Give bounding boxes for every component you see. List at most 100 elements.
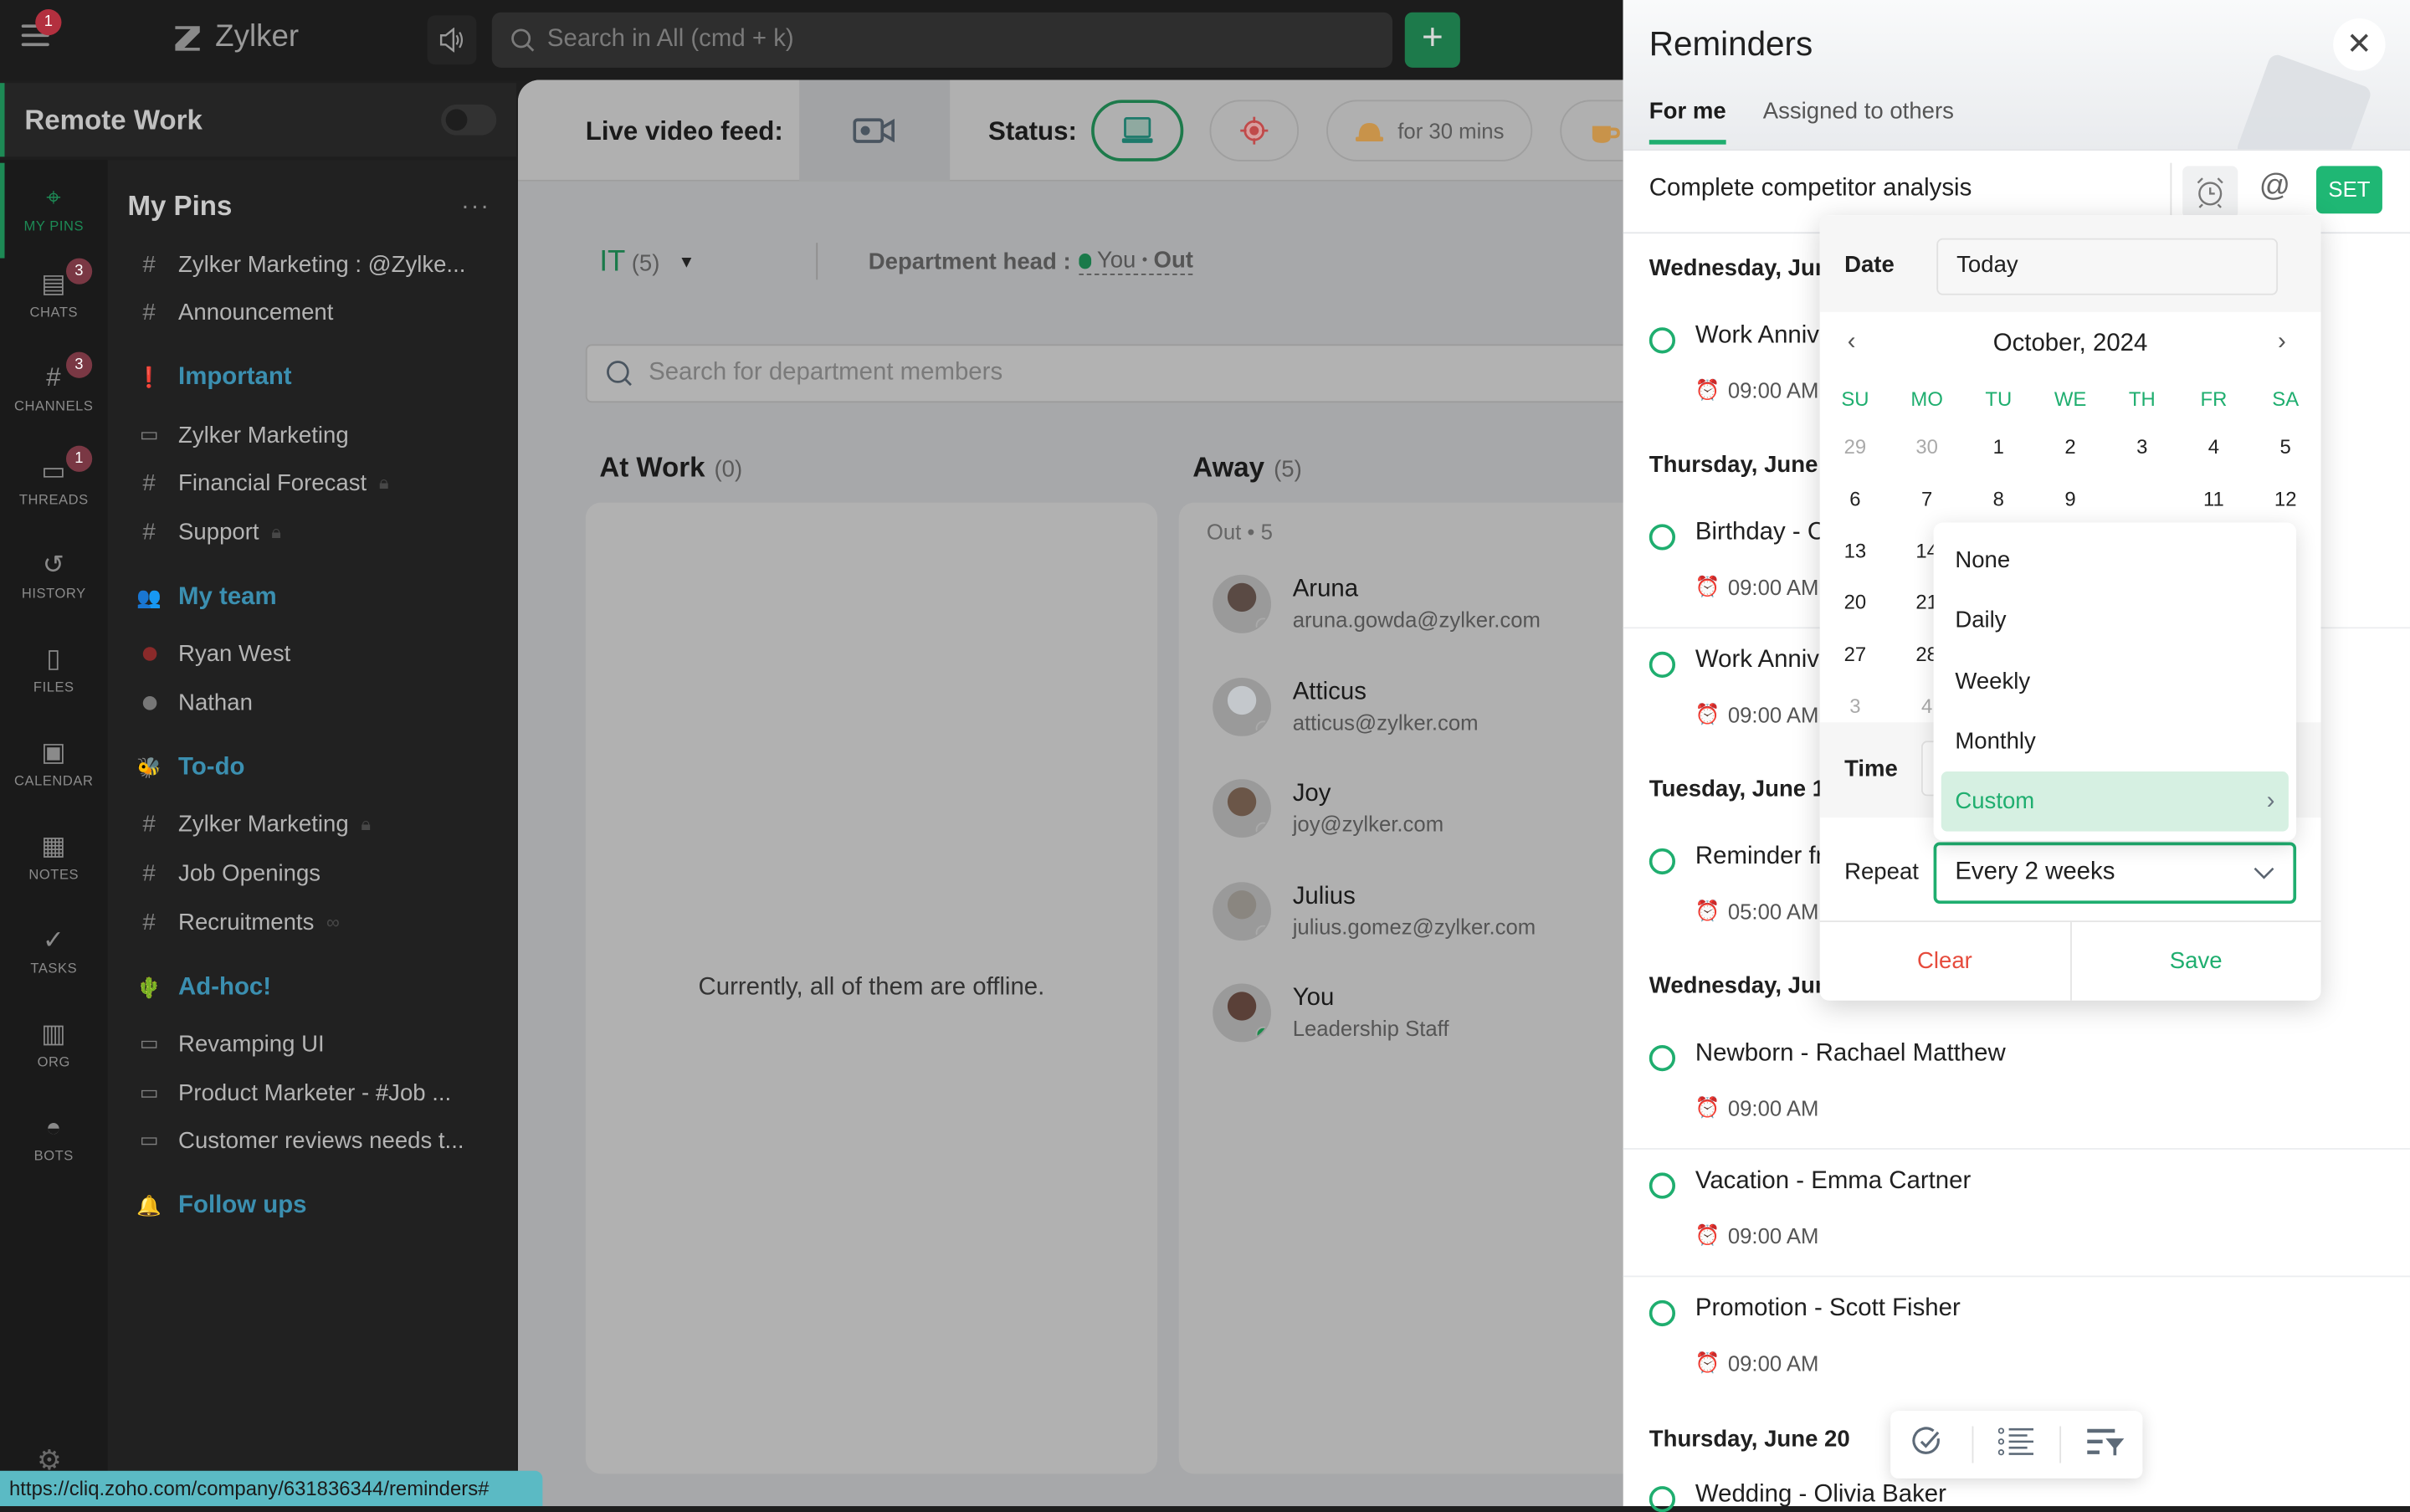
sidebar-item-zylker-marketing[interactable]: ▭ Zylker Marketing: [136, 413, 505, 456]
status-pill-away[interactable]: for 30 mins: [1326, 100, 1533, 161]
calendar-day[interactable]: 6: [1820, 479, 1890, 520]
calendar-day[interactable]: 2: [2035, 428, 2105, 468]
calendar-day[interactable]: 29: [1820, 428, 1890, 468]
sort-filter-button[interactable]: [2074, 1427, 2136, 1462]
calendar-day[interactable]: 5: [2250, 428, 2320, 468]
repeat-select[interactable]: Every 2 weeks: [1933, 842, 2297, 904]
rail-item-my-pins[interactable]: ⌖ MY PINS: [0, 162, 108, 259]
calendar-day[interactable]: 1: [1963, 428, 2033, 468]
sidebar-item-support[interactable]: # Support 🔒︎: [136, 510, 505, 553]
speaker-button[interactable]: [427, 15, 477, 65]
complete-checkbox[interactable]: [1649, 1299, 1676, 1327]
rail-item-org[interactable]: ▥ ORG: [0, 1017, 108, 1070]
save-button[interactable]: Save: [2071, 922, 2320, 1001]
sidebar-item-label: Revamping UI: [178, 1030, 325, 1057]
rail-item-calendar[interactable]: ▣ CALENDAR: [0, 736, 108, 789]
next-month-button[interactable]: ›: [2278, 329, 2286, 356]
complete-checkbox[interactable]: [1649, 1172, 1676, 1199]
calendar-day[interactable]: 3: [2107, 428, 2177, 468]
sidebar-group-to-do[interactable]: 🐝 To-do: [136, 747, 505, 790]
complete-checkbox[interactable]: [1649, 651, 1676, 678]
member-row[interactable]: Joy joy@zylker.com: [1213, 766, 1443, 852]
complete-checkbox[interactable]: [1649, 1044, 1676, 1072]
sidebar-item-zylker-marketing[interactable]: # Zylker Marketing 🔒︎: [136, 802, 505, 845]
sidebar-item-recruitments[interactable]: # Recruitments ∞: [136, 900, 505, 943]
sidebar-item-nathan[interactable]: Nathan: [136, 681, 505, 724]
calendar-day[interactable]: 9: [2035, 479, 2105, 520]
sidebar-item-product-marketer-job[interactable]: ▭ Product Marketer - #Job ...: [136, 1071, 505, 1114]
video-camera-button[interactable]: [799, 79, 951, 182]
calendar-day[interactable]: 4: [2178, 428, 2248, 468]
department-selector[interactable]: IT (5) ▼: [599, 246, 695, 279]
set-time-button[interactable]: [2182, 166, 2238, 218]
remote-work-toggle[interactable]: [441, 104, 497, 136]
mention-button[interactable]: @: [2254, 169, 2296, 215]
tab-for-me[interactable]: For me: [1649, 99, 1726, 145]
calendar-day[interactable]: 20: [1820, 583, 1890, 623]
sidebar-item-financial-forecast[interactable]: # Financial Forecast 🔒︎: [136, 461, 505, 504]
sidebar-group-ad-hoc[interactable]: 🌵 Ad-hoc!: [136, 966, 505, 1009]
close-button[interactable]: ✕: [2333, 18, 2386, 71]
member-row[interactable]: Atticus atticus@zylker.com: [1213, 664, 1479, 750]
complete-checkbox[interactable]: [1649, 524, 1676, 551]
repeat-option-custom[interactable]: Custom ›: [1941, 771, 2289, 833]
sidebar-item-ryan-west[interactable]: Ryan West: [136, 632, 505, 674]
status-pill-break[interactable]: [1560, 100, 1623, 161]
sidebar-item-customer-reviews-needs-t[interactable]: ▭ Customer reviews needs t...: [136, 1119, 505, 1161]
repeat-option-weekly[interactable]: Weekly: [1941, 651, 2289, 711]
member-row[interactable]: You Leadership Staff: [1213, 970, 1449, 1056]
calendar-day[interactable]: 13: [1820, 531, 1890, 571]
rail-item-tasks[interactable]: ✓ TASKS: [0, 924, 108, 976]
sidebar-item-zylker-marketing-zylke[interactable]: # Zylker Marketing : @Zylke...: [136, 243, 505, 285]
brand-logo[interactable]: Zylker: [172, 20, 299, 55]
complete-checkbox[interactable]: [1649, 848, 1676, 875]
sidebar-group-my-team[interactable]: 👥 My team: [136, 577, 505, 619]
rail-item-files[interactable]: ▯ FILES: [0, 643, 108, 695]
calendar-day[interactable]: 12: [2250, 479, 2320, 520]
status-pill-focus[interactable]: [1209, 100, 1300, 161]
tab-assigned-to-others[interactable]: Assigned to others: [1763, 99, 1954, 141]
member-info: Joy joy@zylker.com: [1293, 781, 1443, 836]
rail-item-threads[interactable]: ▭ THREADS 1: [0, 445, 108, 507]
more-options-icon[interactable]: ···: [461, 193, 490, 221]
completed-filter-button[interactable]: [1897, 1426, 1958, 1464]
list-view-button[interactable]: [1986, 1427, 2047, 1462]
date-input[interactable]: Today: [1936, 238, 2279, 295]
sidebar-group-follow-ups[interactable]: 🔔 Follow ups: [136, 1185, 505, 1228]
set-reminder-button[interactable]: SET: [2315, 166, 2382, 214]
clear-button[interactable]: Clear: [1820, 922, 2071, 1001]
rail-item-chats[interactable]: ▤ CHATS 3: [0, 258, 108, 320]
sidebar-group-important[interactable]: ❗ Important: [136, 356, 505, 399]
calendar-day[interactable]: 7: [1891, 479, 1961, 520]
day-heading: Thursday, June 1: [1649, 451, 1838, 479]
status-pill-at-work[interactable]: [1091, 100, 1184, 161]
sidebar-item-job-openings[interactable]: # Job Openings: [136, 852, 505, 894]
reminder-title: Reminder fr: [1695, 843, 1824, 870]
history-icon: ↺: [42, 550, 65, 580]
calendar-day[interactable]: 30: [1891, 428, 1961, 468]
repeat-option-monthly[interactable]: Monthly: [1941, 711, 2289, 771]
global-search-input[interactable]: Search in All (cmd + k): [491, 12, 1393, 68]
reminder-text-input[interactable]: Complete competitor analysis: [1649, 175, 1972, 202]
member-search-input[interactable]: Search for department members: [585, 344, 1623, 403]
avatar: [1213, 574, 1271, 633]
calendar-day[interactable]: 11: [2178, 479, 2248, 520]
rail-item-bots[interactable]: ◓ BOTS: [0, 1111, 108, 1164]
calendar-day-selected[interactable]: 10: [2107, 479, 2177, 520]
rail-item-channels[interactable]: # CHANNELS 3: [0, 351, 108, 413]
calendar-day[interactable]: 8: [1963, 479, 2033, 520]
calendar-day[interactable]: 3: [1820, 687, 1890, 727]
member-row[interactable]: Julius julius.gomez@zylker.com: [1213, 868, 1536, 954]
add-button[interactable]: +: [1404, 12, 1460, 68]
rail-item-notes[interactable]: ▦ NOTES: [0, 830, 108, 883]
sidebar-item-announcement[interactable]: # Announcement: [136, 290, 505, 333]
calendar-day[interactable]: 27: [1820, 635, 1890, 675]
repeat-option-daily[interactable]: Daily: [1941, 591, 2289, 651]
department-head-link[interactable]: You • Out: [1078, 248, 1193, 275]
rail-item-history[interactable]: ↺ HISTORY: [0, 549, 108, 602]
member-row[interactable]: Aruna aruna.gowda@zylker.com: [1213, 561, 1541, 647]
complete-checkbox[interactable]: [1649, 1486, 1676, 1512]
repeat-option-none[interactable]: None: [1941, 530, 2289, 591]
sidebar-item-revamping-ui[interactable]: ▭ Revamping UI: [136, 1022, 505, 1064]
complete-checkbox[interactable]: [1649, 327, 1676, 354]
